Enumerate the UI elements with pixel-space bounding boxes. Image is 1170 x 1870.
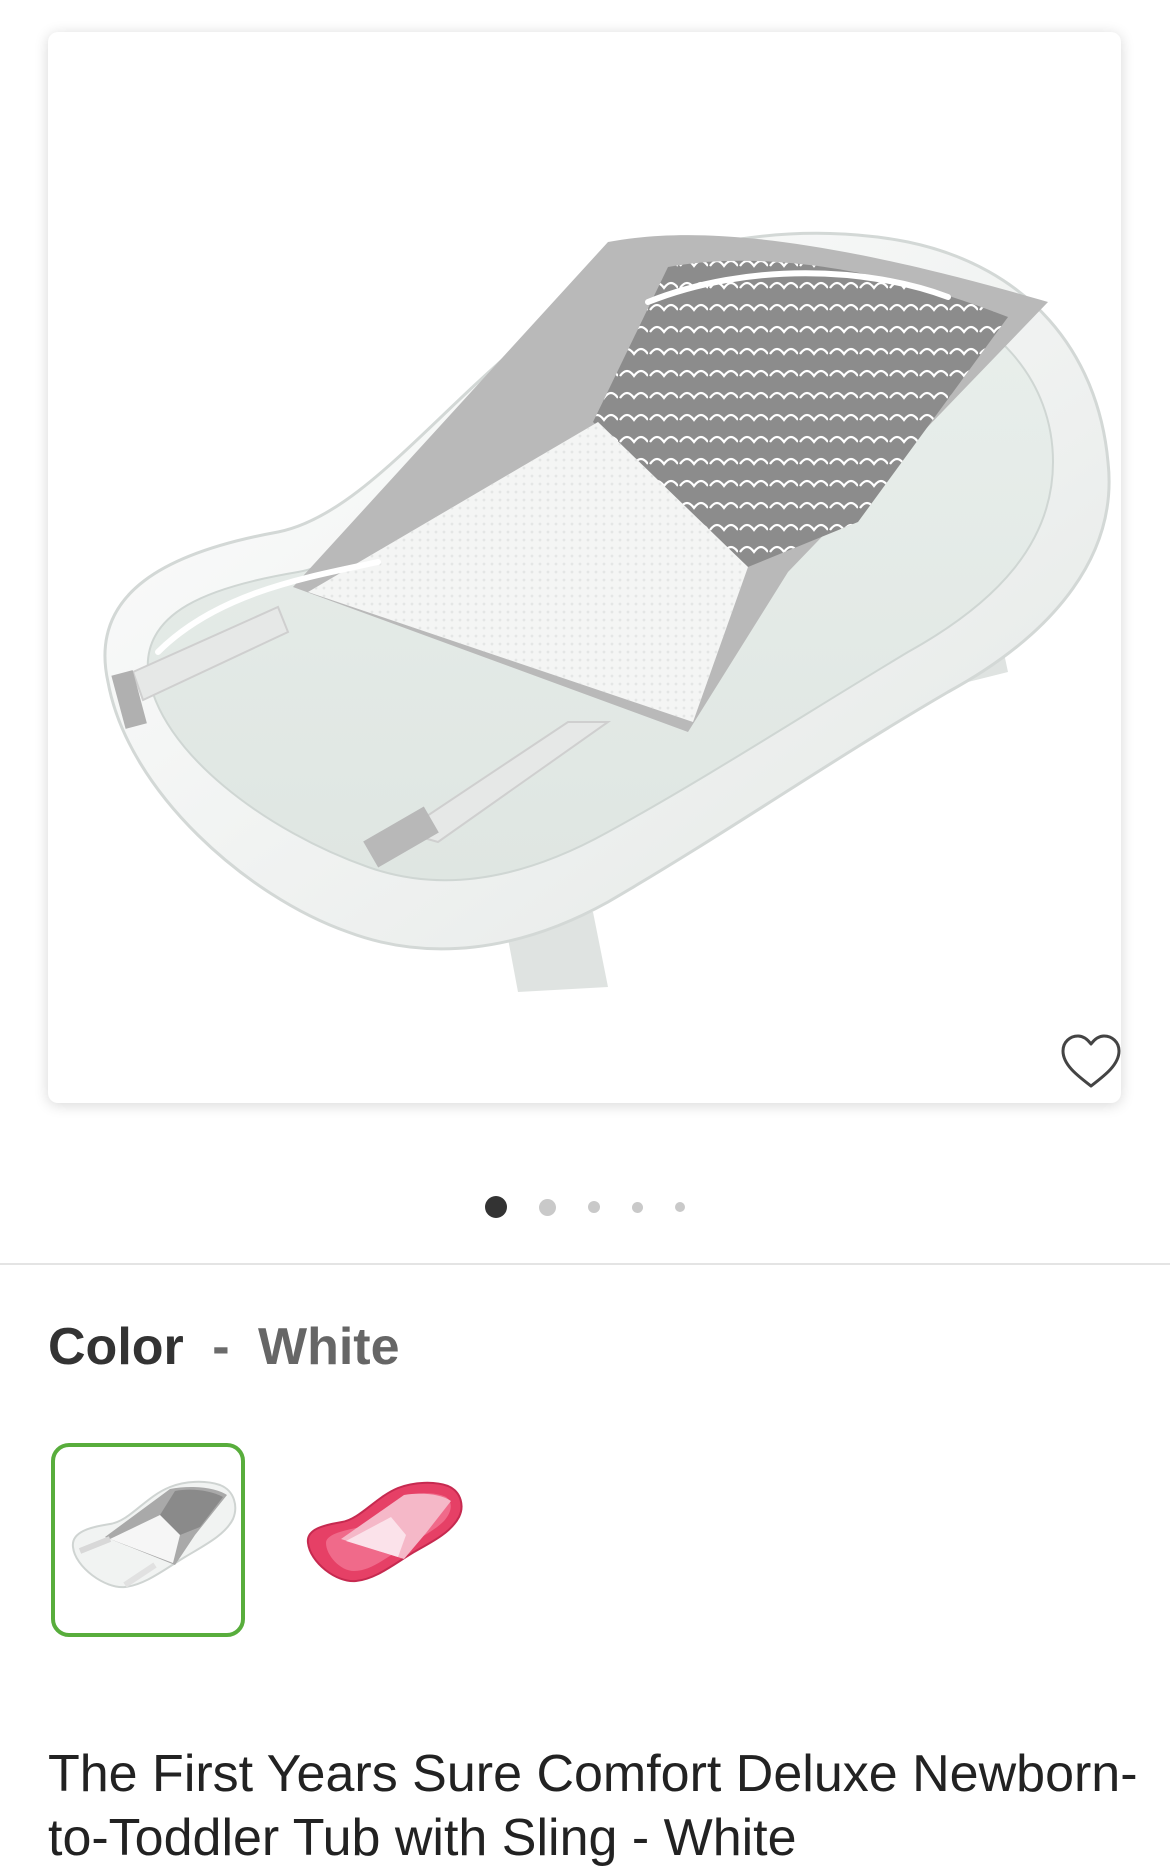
color-separator: - [212, 1318, 230, 1376]
color-heading: Color - White [48, 1314, 400, 1380]
pink-tub-thumbnail [306, 1481, 463, 1583]
section-divider [0, 1263, 1170, 1265]
carousel-dot-3[interactable] [588, 1201, 600, 1213]
carousel-dot-2[interactable] [539, 1198, 556, 1216]
product-image[interactable] [48, 32, 1121, 1103]
color-selected-value: White [258, 1318, 400, 1376]
heart-outline-icon[interactable] [1058, 1032, 1121, 1092]
carousel-dot-5[interactable] [675, 1202, 685, 1212]
color-label: Color [48, 1318, 184, 1376]
color-swatch-white[interactable] [51, 1443, 245, 1637]
color-swatch-pink[interactable] [282, 1443, 476, 1637]
carousel-dot-4[interactable] [632, 1201, 643, 1213]
product-image-card[interactable] [48, 32, 1121, 1103]
carousel-dot-1-active[interactable] [485, 1196, 507, 1218]
product-title: The First Years Sure Comfort Deluxe Newb… [48, 1745, 1138, 1867]
carousel-pagination [0, 1194, 1170, 1220]
white-tub-thumbnail [71, 1480, 237, 1589]
